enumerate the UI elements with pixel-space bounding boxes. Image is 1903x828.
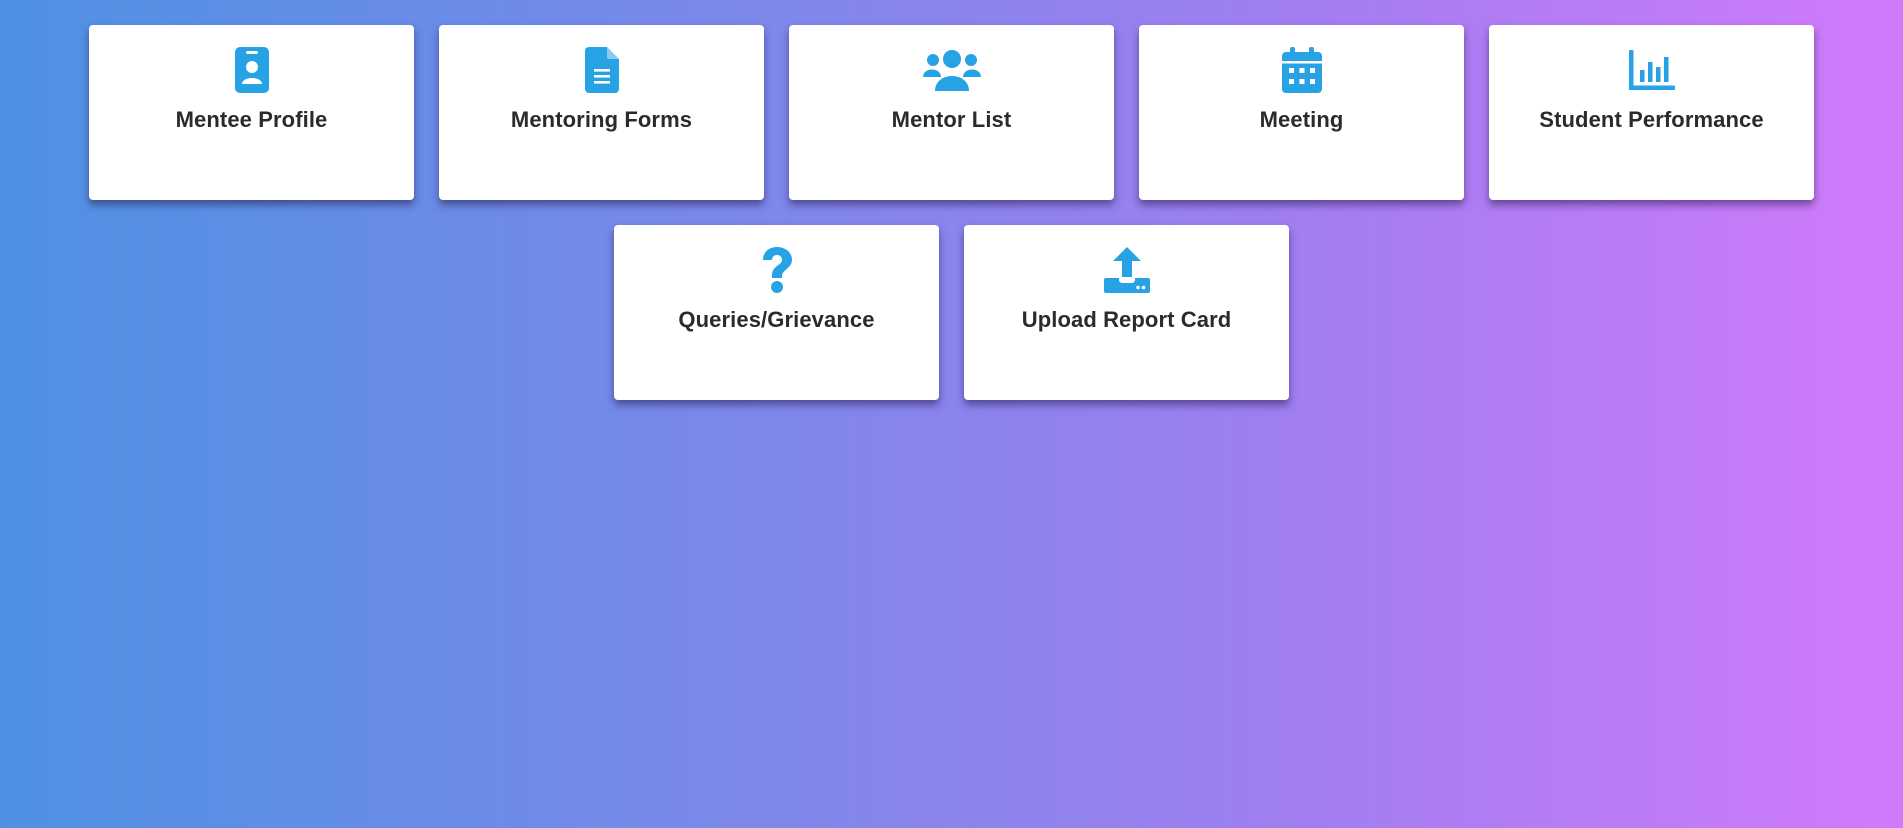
card-row: Queries/Grievance Upload Report Card <box>0 225 1903 400</box>
card-meeting[interactable]: Meeting <box>1139 25 1464 200</box>
card-label: Student Performance <box>1539 107 1764 132</box>
users-icon <box>922 47 982 93</box>
card-label: Mentee Profile <box>175 107 328 132</box>
card-student-performance[interactable]: Student Performance <box>1489 25 1814 200</box>
card-row: Mentee Profile Mentoring Forms Mentor Li… <box>0 25 1903 200</box>
card-label: Upload Report Card <box>1021 307 1232 332</box>
calendar-icon <box>1272 47 1332 93</box>
card-mentor-list[interactable]: Mentor List <box>789 25 1114 200</box>
question-icon <box>747 247 807 293</box>
card-label: Meeting <box>1259 107 1344 132</box>
file-text-icon <box>572 47 632 93</box>
card-label: Queries/Grievance <box>678 307 875 332</box>
card-label: Mentoring Forms <box>510 107 693 132</box>
card-queries-grievance[interactable]: Queries/Grievance <box>614 225 939 400</box>
upload-icon <box>1097 247 1157 293</box>
card-mentee-profile[interactable]: Mentee Profile <box>89 25 414 200</box>
dashboard-grid: Mentee Profile Mentoring Forms Mentor Li… <box>0 0 1903 400</box>
card-label: Mentor List <box>891 107 1012 132</box>
card-mentoring-forms[interactable]: Mentoring Forms <box>439 25 764 200</box>
bar-chart-icon <box>1622 47 1682 93</box>
id-badge-icon <box>222 47 282 93</box>
card-upload-report-card[interactable]: Upload Report Card <box>964 225 1289 400</box>
